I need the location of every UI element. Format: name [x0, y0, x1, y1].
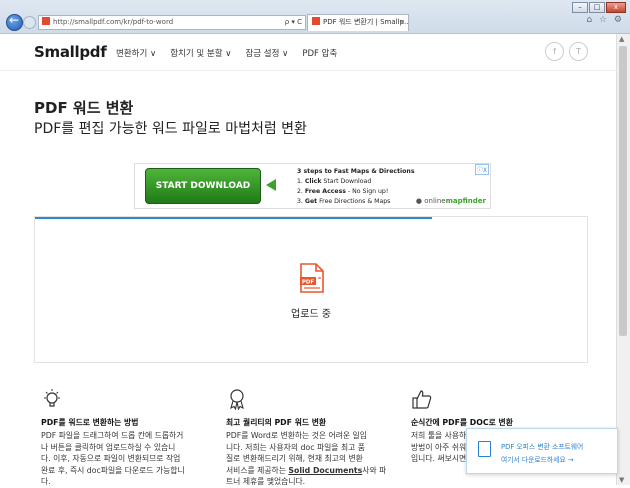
ad-banner[interactable]: START DOWNLOAD 3 steps to Fast Maps & Di…	[134, 163, 491, 209]
site-header: Smallpdf 변환하기 ∨ 합치기 및 분할 ∨ 잠금 설정 ∨ PDF 압…	[0, 34, 617, 71]
feature-title: 순식간에 PDF를 DOC로 변환	[411, 418, 513, 427]
vertical-scrollbar[interactable]: ▲ ▼	[616, 34, 630, 485]
address-bar[interactable]: http://smallpdf.com/kr/pdf-to-word ρ ▾ C	[38, 15, 306, 30]
desktop-monitor-icon	[478, 441, 491, 457]
facebook-icon[interactable]: f	[545, 42, 564, 61]
tab-favicon-icon	[312, 17, 320, 25]
page-title: PDF 워드 변환	[34, 99, 134, 117]
award-ribbon-icon	[230, 389, 244, 411]
thumbs-up-icon	[412, 390, 432, 409]
upload-status: 업로드 중	[291, 309, 331, 320]
forward-button[interactable]	[23, 16, 36, 29]
feature-text: PDF 파일을 드래그하여 드롭 칸에 드롭하거 나 버튼을 클릭하여 업로드하실…	[41, 431, 185, 486]
svg-text:PDF: PDF	[302, 280, 315, 286]
address-url: http://smallpdf.com/kr/pdf-to-word	[53, 18, 174, 26]
ad-choices-icon[interactable]: ⓘX	[474, 164, 489, 175]
lightbulb-icon	[44, 389, 60, 407]
upload-progress-bar	[35, 217, 433, 219]
browser-toolbar-icons[interactable]: ⌂ ☆ ⚙	[586, 15, 624, 25]
nav-convert[interactable]: 변환하기 ∨	[116, 47, 156, 59]
browser-tab[interactable]: PDF 워드 변환기 | Smallp... ×	[307, 14, 409, 31]
ad-step: 2. Free Access - No Sign up!	[297, 188, 389, 195]
solid-documents-link[interactable]: Solid Documents	[288, 466, 362, 475]
ad-step: 3. Get Free Directions & Maps	[297, 198, 391, 205]
site-logo[interactable]: Smallpdf	[34, 43, 107, 61]
feature-quality: 최고 퀄리티의 PDF 워드 변환 PDF를 Word로 변환하는 것은 어려운…	[226, 388, 396, 488]
nav-lock[interactable]: 잠금 설정 ∨	[245, 47, 288, 59]
pdf-file-icon: PDF	[300, 263, 324, 293]
feature-text: PDF를 Word로 변환하는 것은 어려운 일입 니다. 저희는 사용자의 do…	[226, 431, 387, 486]
nav-compress[interactable]: PDF 압축	[302, 47, 337, 59]
feature-title: PDF를 워드로 변환하는 방법	[41, 418, 139, 427]
promo-download-link[interactable]: 여기서 다운로드하세요 →	[501, 454, 574, 464]
main-nav: 변환하기 ∨ 합치기 및 분할 ∨ 잠금 설정 ∨ PDF 압축	[116, 47, 337, 59]
twitter-icon[interactable]: T	[569, 42, 588, 61]
scroll-thumb[interactable]	[619, 46, 627, 336]
ad-headline: 3 steps to Fast Maps & Directions	[297, 168, 415, 175]
close-window-button[interactable]: x	[606, 2, 626, 13]
ad-start-download-button[interactable]: START DOWNLOAD	[145, 168, 261, 204]
site-favicon-icon	[42, 17, 50, 25]
ad-step: 1. Click Start Download	[297, 178, 372, 185]
address-tools[interactable]: ρ ▾ C	[285, 16, 302, 29]
ad-brand: ● onlinemapfinder	[415, 197, 486, 205]
tab-close-button[interactable]: ×	[399, 15, 405, 30]
window-controls: – □ x	[571, 2, 626, 13]
nav-merge-split[interactable]: 합치기 및 분할 ∨	[170, 47, 231, 59]
ad-arrow-icon	[266, 179, 276, 191]
scroll-up-arrow-icon[interactable]: ▲	[619, 35, 624, 43]
back-button[interactable]	[6, 13, 23, 31]
browser-chrome: – □ x http://smallpdf.com/kr/pdf-to-word…	[0, 0, 630, 34]
feature-title: 최고 퀄리티의 PDF 워드 변환	[226, 418, 327, 427]
maximize-button[interactable]: □	[589, 2, 605, 13]
scroll-down-arrow-icon[interactable]: ▼	[619, 476, 624, 484]
promo-title: PDF 오피스 변환 소프트웨어	[501, 443, 584, 451]
desktop-app-promo[interactable]: PDF 오피스 변환 소프트웨어 여기서 다운로드하세요 →	[466, 428, 618, 474]
tab-title: PDF 워드 변환기 | Smallp...	[323, 18, 409, 26]
minimize-button[interactable]: –	[572, 2, 588, 13]
upload-dropzone[interactable]: PDF 업로드 중	[34, 216, 588, 363]
ad-steps: 3 steps to Fast Maps & Directions 1. Cli…	[297, 167, 415, 207]
feature-how-to: PDF를 워드로 변환하는 방법 PDF 파일을 드래그하여 드롭 칸에 드롭하…	[41, 388, 211, 488]
page-subtitle: PDF를 편집 가능한 워드 파일로 마법처럼 변환	[34, 121, 307, 137]
